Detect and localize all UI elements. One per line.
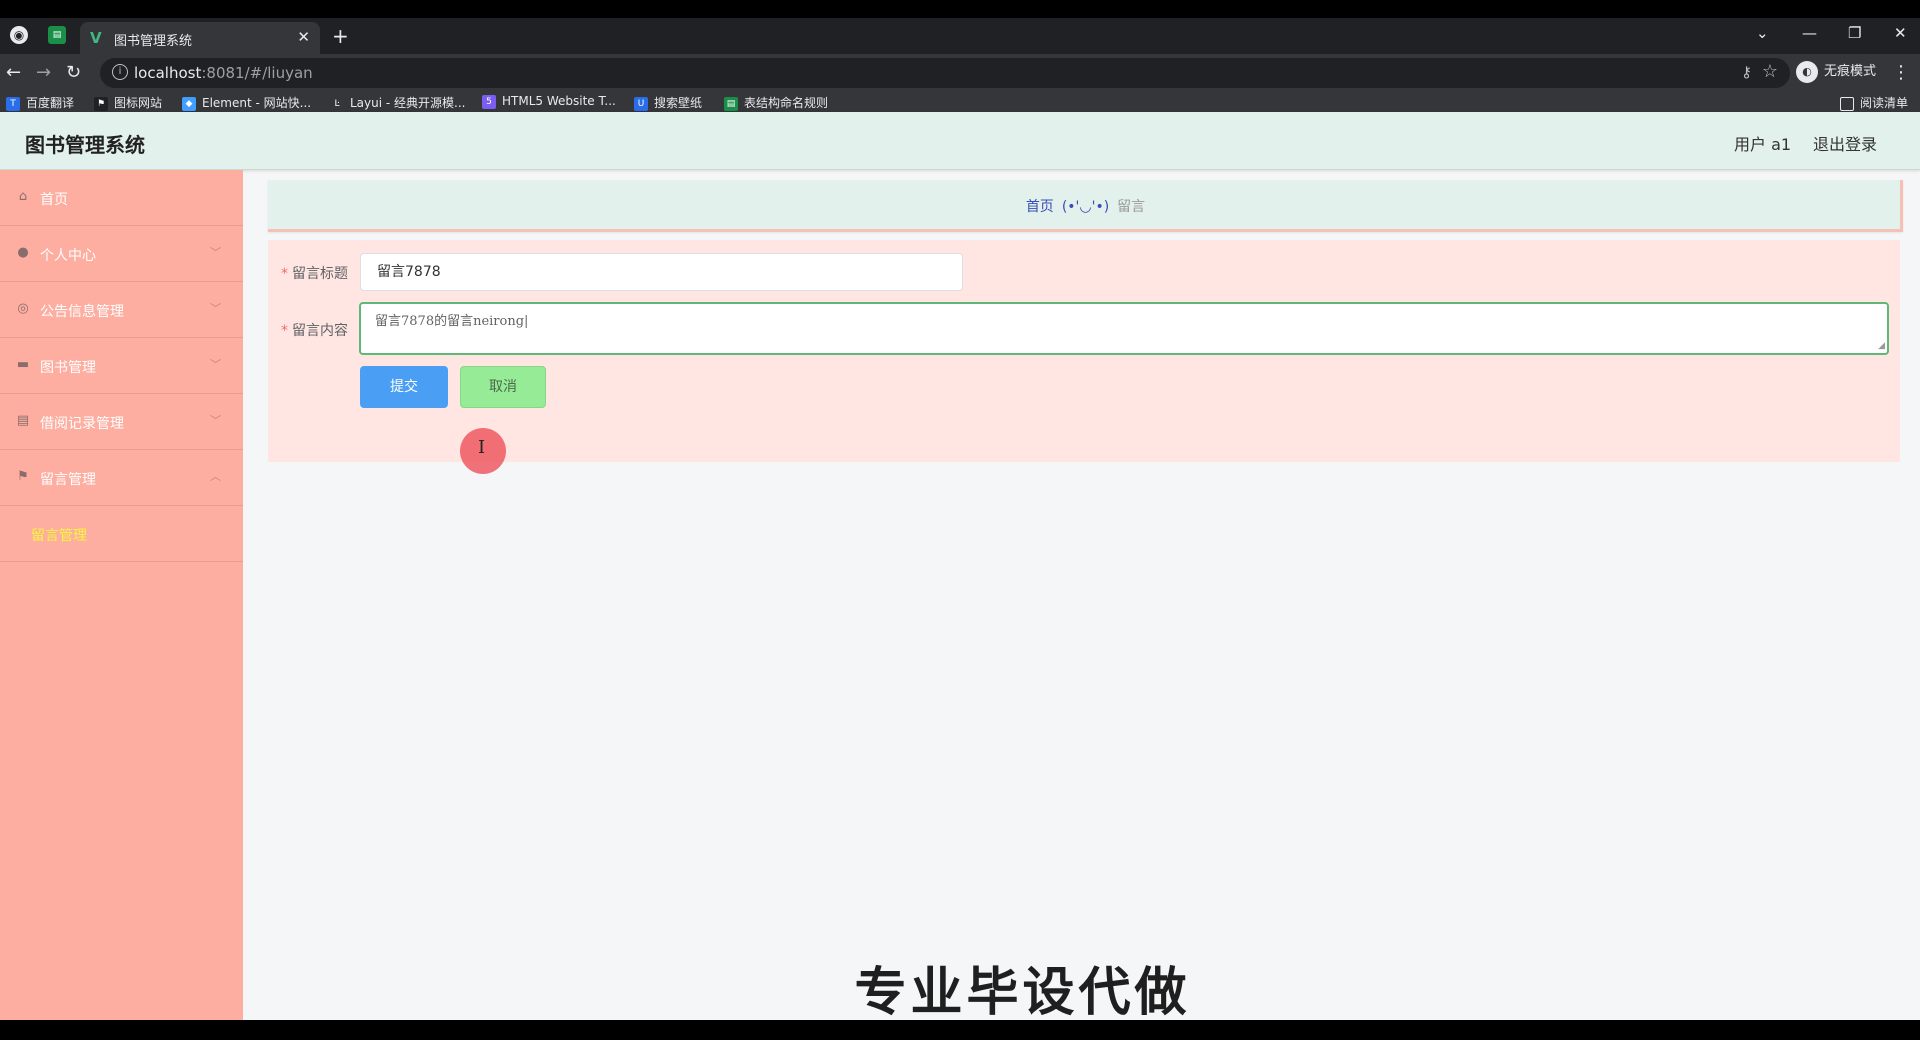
layui-icon: Ŀ — [330, 96, 344, 111]
chevron-down-icon: ﹀ — [210, 302, 221, 315]
sidebar-item-label: 首页 — [40, 192, 68, 208]
app-title: 图书管理系统 — [25, 133, 145, 157]
bookmark-star-icon[interactable]: ☆ — [1762, 61, 1778, 82]
notice-icon: ◎ — [17, 301, 29, 316]
logout-button[interactable]: 退出登录 — [1813, 131, 1877, 155]
screen: ◉ ▤ V 图书管理系统 ✕ + ⌄ — ❐ ✕ ← → ↻ i localho… — [0, 0, 1920, 1040]
back-icon[interactable]: ← — [6, 62, 21, 83]
bookmark-item[interactable]: Ŀ Layui - 经典开源模... — [330, 94, 465, 111]
incognito-icon: ◐ — [1796, 60, 1818, 83]
sidebar-item-label: 留言管理 — [40, 472, 96, 488]
bookmark-item[interactable]: ▤ 表结构命名规则 — [724, 94, 828, 111]
bookmark-item[interactable]: 5 HTML5 Website T... — [482, 94, 616, 109]
sidebar-item-books[interactable]: ▬ 图书管理 ﹀ — [0, 338, 243, 394]
video-caption: 专业毕设代做 — [854, 963, 1191, 1023]
sidebar-item-borrow-records[interactable]: ▤ 借阅记录管理 ﹀ — [0, 394, 243, 450]
content-text: 留言7878的留言neirong| — [375, 314, 529, 329]
tab-search-icon[interactable]: ⌄ — [1756, 24, 1769, 42]
bookmark-item[interactable]: ◆ Element - 网站快... — [182, 94, 311, 111]
translate-icon: T — [6, 96, 20, 111]
browser-toolbar: ← → ↻ i localhost:8081/#/liuyan ⚷ ☆ ◐ 无痕模… — [0, 54, 1920, 92]
sidebar-item-messages[interactable]: ⚑ 留言管理 ︿ — [0, 450, 243, 506]
window-close-icon[interactable]: ✕ — [1894, 24, 1907, 42]
sidebar-item-profile[interactable]: ● 个人中心 ﹀ — [0, 226, 243, 282]
breadcrumb-current: 留言 — [1117, 199, 1146, 215]
wallpaper-icon: U — [634, 96, 648, 111]
app-header: 图书管理系统 用户 a1 退出登录 — [0, 112, 1920, 170]
browser-menu-dots-icon[interactable]: ⋮ — [1892, 62, 1910, 83]
html5-icon: 5 — [482, 94, 496, 109]
sidebar-item-label: 借阅记录管理 — [40, 416, 124, 432]
bookmarks-bar: T 百度翻译 ⚑ 图标网站 ◆ Element - 网站快... Ŀ Layui - 经… — [0, 92, 1920, 114]
new-tab-button[interactable]: + — [332, 24, 349, 48]
home-icon: ⌂ — [18, 189, 28, 204]
bookmark-item[interactable]: T 百度翻译 — [6, 94, 74, 111]
cancel-button[interactable]: 取消 — [460, 366, 546, 408]
element-icon: ◆ — [182, 96, 196, 111]
resize-handle-icon[interactable]: ◢ — [1878, 341, 1885, 351]
minimize-icon[interactable]: — — [1802, 24, 1817, 42]
current-user: 用户 a1 — [1734, 135, 1792, 154]
chevron-down-icon: ﹀ — [210, 358, 221, 371]
submit-button[interactable]: 提交 — [360, 366, 448, 408]
tab-close-icon[interactable]: ✕ — [297, 28, 310, 46]
reload-icon[interactable]: ↻ — [66, 62, 81, 83]
user-icon: ● — [17, 245, 29, 260]
reading-list[interactable]: 阅读清单 — [1840, 94, 1908, 111]
vue-favicon-icon: V — [90, 29, 102, 47]
browser-tabbar: ◉ ▤ V 图书管理系统 ✕ + ⌄ — ❐ ✕ — [0, 18, 1920, 54]
tab-title: 图书管理系统 — [114, 34, 193, 49]
sidebar-item-label: 公告信息管理 — [40, 304, 124, 320]
restore-icon[interactable]: ❐ — [1848, 24, 1861, 42]
sidebar-subitem-messages[interactable]: 留言管理 — [0, 506, 243, 562]
reading-list-icon — [1840, 96, 1854, 111]
chevron-down-icon: ﹀ — [210, 246, 221, 259]
sidebar-item-notices[interactable]: ◎ 公告信息管理 ﹀ — [0, 282, 243, 338]
sidebar-item-home[interactable]: ⌂ 首页 — [0, 170, 243, 226]
browser-tab-active[interactable]: V 图书管理系统 ✕ — [80, 22, 320, 54]
chevron-down-icon: ﹀ — [210, 414, 221, 427]
bookmark-item[interactable]: ⚑ 图标网站 — [94, 94, 162, 111]
sidebar-item-label: 个人中心 — [40, 248, 96, 264]
flag-icon: ⚑ — [17, 469, 29, 484]
forward-icon[interactable]: → — [36, 62, 51, 83]
address-bar[interactable]: i localhost:8081/#/liuyan ⚷ ☆ — [100, 58, 1790, 88]
book-icon: ▬ — [16, 357, 30, 372]
chevron-up-icon: ︿ — [210, 470, 221, 483]
content-textarea[interactable]: 留言7878的留言neirong| ◢ — [359, 302, 1889, 355]
content-label: * 留言内容 — [281, 323, 348, 339]
app-root: 图书管理系统 用户 a1 退出登录 ⌂ 首页 ● 个人中心 ﹀ ◎ 公告信息管理… — [0, 112, 1920, 1020]
breadcrumb-bar: 首页 (•'◡'•) 留言 — [268, 180, 1903, 232]
title-input[interactable]: 留言7878 — [360, 253, 963, 291]
browser-menu-icon[interactable]: ◉ — [10, 26, 28, 44]
sidebar: ⌂ 首页 ● 个人中心 ﹀ ◎ 公告信息管理 ﹀ ▬ 图书管理 ﹀ ▤ 借阅记录… — [0, 170, 243, 1020]
flag-icon: ⚑ — [94, 96, 108, 111]
site-info-icon[interactable]: i — [112, 64, 128, 80]
incognito-indicator[interactable]: ◐ 无痕模式 — [1796, 60, 1876, 83]
bookmark-item[interactable]: U 搜索壁纸 — [634, 94, 702, 111]
message-form: * 留言标题 留言7878 * 留言内容 留言7878的留言neirong| ◢ 提… — [268, 240, 1900, 462]
breadcrumb: 首页 (•'◡'•) 留言 — [268, 196, 1903, 216]
url-text[interactable]: localhost:8081/#/liuyan — [134, 64, 313, 82]
sheet-icon: ▤ — [724, 96, 738, 111]
breadcrumb-separator: (•'◡'•) — [1061, 199, 1110, 215]
text-cursor-icon: I — [478, 437, 486, 458]
sidebar-item-label: 图书管理 — [40, 360, 96, 376]
pinned-tab-icon[interactable]: ▤ — [48, 26, 66, 44]
breadcrumb-home[interactable]: 首页 — [1026, 199, 1054, 215]
title-label: * 留言标题 — [281, 266, 348, 282]
password-key-icon[interactable]: ⚷ — [1741, 63, 1752, 81]
sidebar-subitem-label: 留言管理 — [31, 528, 87, 544]
record-icon: ▤ — [16, 413, 30, 428]
